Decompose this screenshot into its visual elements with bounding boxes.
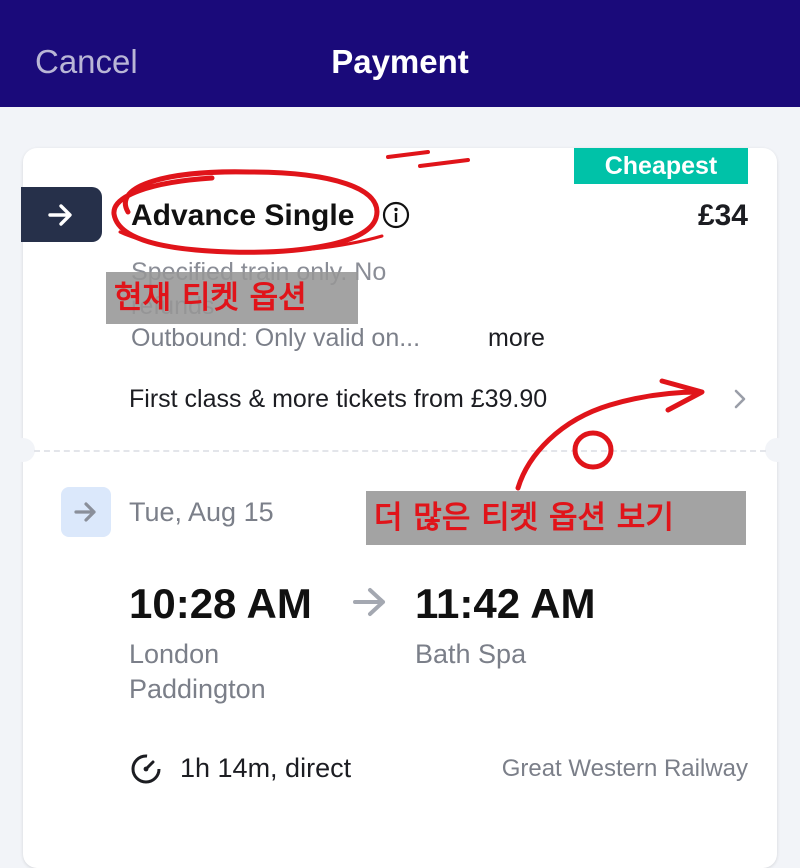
direction-icon-box [61, 487, 111, 537]
departure-time: 10:28 AM [129, 580, 312, 627]
first-class-more-tickets-text: First class & more tickets from £39.90 [129, 385, 548, 413]
clock-speed-icon [131, 754, 161, 784]
departure-station-line-2: Paddington [129, 674, 266, 704]
train-operator: Great Western Railway [501, 755, 748, 782]
fare-name: Advance Single [131, 199, 355, 232]
departure-station-line-1: London [129, 639, 220, 669]
outbound-arrow-tab [21, 187, 102, 242]
arrival-time: 11:42 AM [415, 580, 596, 627]
arrow-right-icon [48, 204, 72, 226]
fare-price: £34 [697, 199, 748, 232]
header-bar: Cancel Payment [0, 0, 800, 107]
more-link[interactable]: more [488, 322, 545, 354]
arrow-right-icon [353, 588, 385, 616]
cheapest-badge: Cheapest [574, 148, 748, 184]
dashed-divider [34, 450, 766, 452]
first-class-more-tickets-row[interactable]: First class & more tickets from £39.90 [23, 374, 777, 424]
page-title: Payment [331, 43, 469, 80]
arrival-station: Bath Spa [415, 639, 527, 669]
info-icon[interactable] [382, 201, 410, 229]
card-notch-left [11, 438, 35, 462]
journey-date: Tue, Aug 15 [129, 497, 274, 527]
arrow-right-icon [74, 502, 96, 522]
annotation-current-ticket-option: 현재 티켓 옵션 [106, 272, 358, 324]
annotation-see-more-ticket-options: 더 많은 티켓 옵션 보기 [366, 491, 746, 545]
journey-duration: 1h 14m, direct [180, 753, 352, 783]
outbound-validity: Outbound: Only valid on... [131, 324, 421, 352]
card-notch-right [765, 438, 789, 462]
chevron-right-icon [734, 389, 746, 409]
